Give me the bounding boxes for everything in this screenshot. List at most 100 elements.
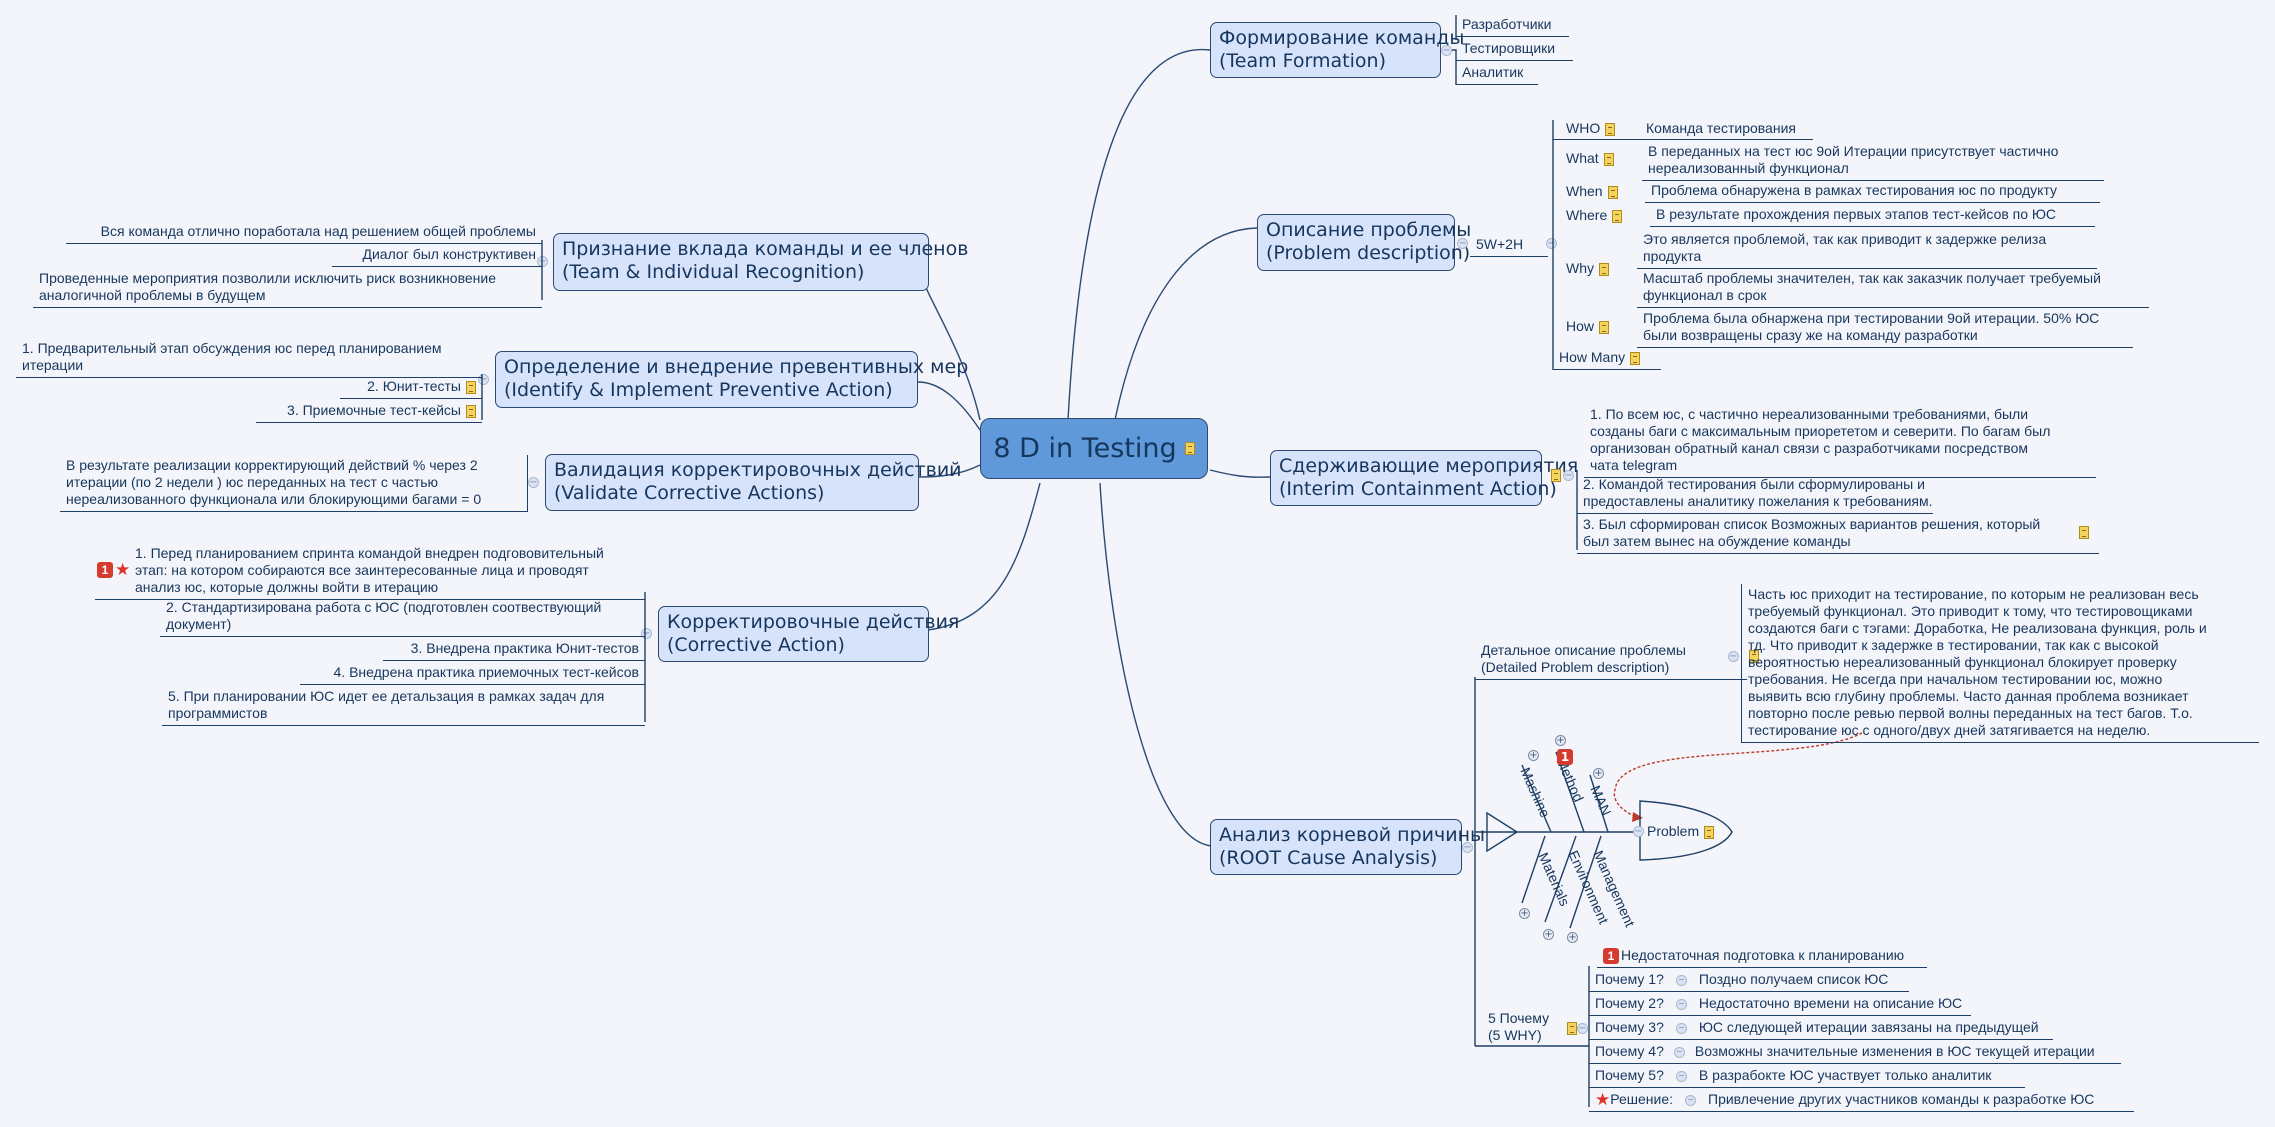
corrective-item-1[interactable]: 1 ★ 1. Перед планированием спринта команд… (95, 543, 645, 600)
5w-value-why-2[interactable]: Масштаб проблемы значителен, так как зак… (1637, 268, 2149, 308)
note-icon[interactable] (1184, 442, 1195, 455)
expand-icon[interactable]: + (1528, 750, 1539, 761)
5w-value-why-1[interactable]: Это является проблемой, так как приводит… (1637, 229, 2097, 269)
topic-team-formation[interactable]: Формирование команды (Team Formation) (1210, 22, 1464, 78)
fishbone-cause-mashine[interactable]: Mashine (1517, 765, 1553, 820)
collapse-icon[interactable]: − (1675, 1070, 1687, 1082)
expand-icon[interactable]: + (1543, 929, 1554, 940)
team-member-analyst[interactable]: Аналитик (1456, 62, 1538, 85)
collapse-icon[interactable]: − (1462, 842, 1473, 853)
collapse-icon[interactable]: − (1673, 1046, 1685, 1058)
note-icon[interactable] (466, 404, 476, 418)
collapse-icon[interactable]: − (1546, 238, 1557, 249)
note-icon[interactable] (1607, 185, 1618, 199)
five-why-root[interactable]: 1 Недостаточная подготовка к планированию (1597, 945, 1927, 969)
5w-value-when[interactable]: Проблема обнаружена в рамках тестировани… (1645, 180, 2100, 203)
corrective-item-4[interactable]: 4. Внедрена практика приемочных тест-кей… (300, 662, 645, 685)
note-icon[interactable] (1551, 469, 1561, 482)
topic-preventive[interactable]: Определение и внедрение превентивных мер… (495, 351, 969, 408)
note-icon[interactable] (466, 380, 476, 394)
text-line: Масштаб проблемы значителен, так как зак… (1643, 270, 2101, 286)
recognition-item-1[interactable]: Вся команда отлично поработала над решен… (66, 221, 542, 244)
five-why-row-3[interactable]: Почему 3? − ЮС следующей итерации завязаны… (1589, 1017, 2053, 1040)
collapse-icon[interactable]: − (1577, 1023, 1588, 1034)
topic-title: Определение и внедрение превентивных мер (504, 356, 969, 378)
topic-validate[interactable]: Валидация корректировочных действий (Val… (545, 454, 962, 511)
expand-icon[interactable]: + (1555, 735, 1566, 746)
recognition-item-2[interactable]: Диалог был конструктивен (332, 244, 542, 267)
containment-item-3[interactable]: 3. Был сформирован список Возможных вари… (1577, 514, 2099, 554)
collapse-icon[interactable]: − (1457, 238, 1468, 249)
5w-key-when[interactable]: When (1566, 183, 1618, 200)
subtopic-5w2h[interactable]: 5W+2H (1470, 234, 1548, 257)
5w-key-how-many[interactable]: How Many (1553, 347, 1661, 370)
expand-icon[interactable]: + (1519, 908, 1530, 919)
recognition-item-3[interactable]: Проведенные мероприятия позволили исключ… (33, 268, 542, 308)
preventive-item-2[interactable]: 2. Юнит-тесты (340, 376, 482, 399)
central-topic[interactable]: 8 D in Testing (980, 418, 1208, 479)
collapse-icon[interactable]: − (528, 477, 539, 488)
collapse-icon[interactable]: − (1675, 998, 1687, 1010)
detailed-problem-label[interactable]: Детальное описание проблемы (Detailed Pr… (1475, 640, 1759, 680)
collapse-icon[interactable]: − (1675, 1022, 1687, 1034)
team-member-testers[interactable]: Тестировщики (1456, 38, 1573, 61)
5w-value-how[interactable]: Проблема была обнаржена при тестировании… (1637, 308, 2133, 348)
expand-icon[interactable]: + (1593, 768, 1604, 779)
topic-containment[interactable]: Сдерживающие мероприятия (Interim Contai… (1270, 450, 1578, 506)
5w-key-what[interactable]: What (1566, 150, 1614, 167)
text-line: 1. По всем юс, с частично нереализованны… (1590, 406, 2029, 422)
topic-corrective[interactable]: Корректировочные действия (Corrective Ac… (658, 606, 959, 662)
five-why-row-1[interactable]: Почему 1? − Поздно получаем список ЮС (1589, 969, 1909, 992)
five-why-label[interactable]: 5 Почему (5 WHY) (1488, 1010, 1577, 1044)
note-icon[interactable] (1599, 262, 1609, 276)
5w-value-where[interactable]: В результате прохождения первых этапов т… (1650, 204, 2095, 227)
containment-item-1[interactable]: 1. По всем юс, с частично нереализованны… (1584, 404, 2096, 478)
corrective-item-3[interactable]: 3. Внедрена практика Юнит-тестов (383, 638, 645, 661)
collapse-icon[interactable]: − (1563, 470, 1574, 481)
text-line: требуемый функционал. Это приводит к том… (1748, 603, 2193, 619)
five-why-solution[interactable]: ★Решение: − Привлечение других участников … (1589, 1089, 2134, 1113)
note-icon[interactable] (2079, 526, 2089, 539)
collapse-icon[interactable]: − (1728, 651, 1739, 662)
topic-recognition[interactable]: Признание вклада команды и ее членов (Te… (553, 233, 968, 291)
topic-title: Описание проблемы (1266, 219, 1472, 241)
note-icon[interactable] (1704, 825, 1715, 839)
five-why-row-2[interactable]: Почему 2? − Недостаточно времени на описан… (1589, 993, 1971, 1016)
5w-key-how[interactable]: How (1566, 318, 1610, 335)
five-why-row-5[interactable]: Почему 5? − В разрабокте ЮС участвует толь… (1589, 1065, 2025, 1088)
fishbone-cause-man[interactable]: MAN (1587, 783, 1614, 818)
note-icon[interactable] (1603, 152, 1614, 166)
topic-problem-description[interactable]: Описание проблемы (Problem description) (1257, 214, 1472, 271)
five-why-row-4[interactable]: Почему 4? − Возможны значительные изменени… (1589, 1041, 2121, 1064)
team-member-developers[interactable]: Разработчики (1456, 14, 1569, 37)
collapse-icon[interactable]: − (1685, 1094, 1697, 1106)
fishbone-head-problem[interactable]: Problem (1647, 823, 1715, 840)
5w-key-why[interactable]: Why (1566, 260, 1609, 277)
validate-item-1[interactable]: В результате реализации корректирующий д… (60, 455, 528, 512)
note-icon[interactable] (1599, 320, 1610, 334)
star-icon: ★ (1595, 1090, 1611, 1110)
collapse-icon[interactable]: − (1675, 974, 1687, 986)
topic-subtitle: (Team & Individual Recognition) (562, 261, 865, 283)
containment-item-2[interactable]: 2. Командой тестирования были сформулиро… (1577, 474, 1933, 514)
text-line: функционал в срок (1643, 287, 1767, 303)
text-line: Это является проблемой, так как приводит… (1643, 231, 2047, 247)
collapse-icon[interactable]: − (1633, 826, 1644, 837)
corrective-item-5[interactable]: 5. При планировании ЮС идет ее детальзац… (162, 686, 645, 726)
detailed-problem-text[interactable]: Часть юс приходит на тестирование, по ко… (1741, 584, 2259, 743)
5w-value-what[interactable]: В переданных на тест юс 9ой Итерации при… (1642, 141, 2104, 181)
text-line: Часть юс приходит на тестирование, по ко… (1748, 586, 2199, 602)
note-icon[interactable] (1612, 209, 1623, 223)
text-line: тестирование юс с одного/двух дней затяг… (1748, 722, 2151, 738)
text-line: документ) (166, 616, 232, 632)
topic-subtitle: (Identify & Implement Preventive Action) (504, 379, 893, 401)
preventive-item-3[interactable]: 3. Приемочные тест-кейсы (256, 400, 482, 423)
topic-root-cause[interactable]: Анализ корневой причины (ROOT Cause Anal… (1210, 819, 1485, 875)
expand-icon[interactable]: + (1567, 932, 1578, 943)
corrective-item-2[interactable]: 2. Стандартизирована работа с ЮС (подгот… (160, 597, 645, 637)
preventive-item-1[interactable]: 1. Предварительный этап обсуждения юс пе… (16, 338, 482, 378)
note-icon[interactable] (1567, 1022, 1577, 1035)
5w-key-where[interactable]: Where (1566, 207, 1623, 224)
note-icon[interactable] (1630, 351, 1641, 365)
collapse-icon[interactable]: − (1441, 45, 1452, 56)
